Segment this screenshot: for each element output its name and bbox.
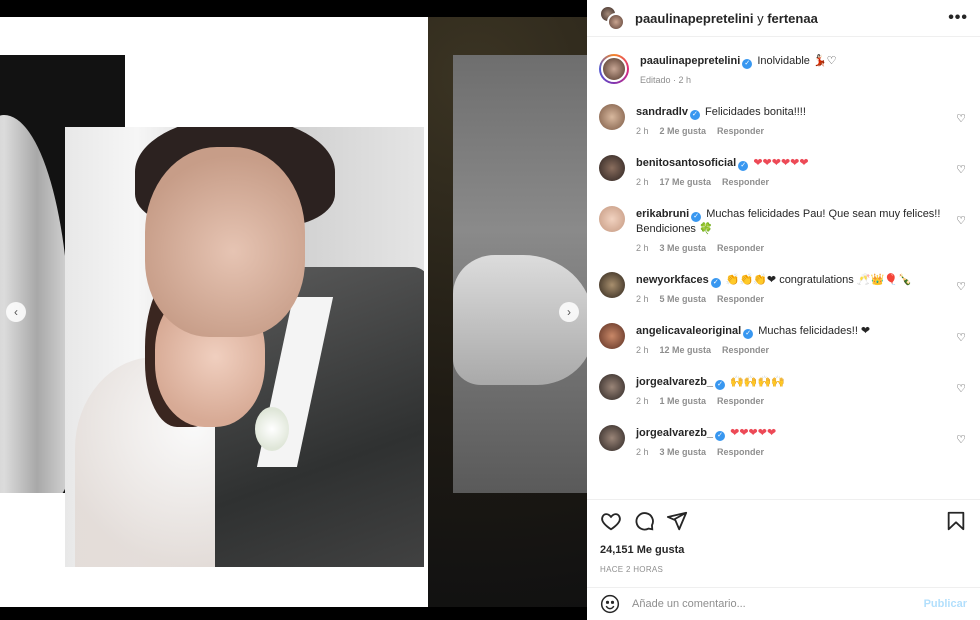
comment-likes[interactable]: 2 Me gusta: [660, 126, 707, 136]
verified-badge-icon: ✓: [743, 329, 754, 339]
next-photo-preview: [453, 55, 587, 493]
wedding-couple-photo: [65, 127, 424, 567]
comment-text: 🙌🙌🙌🙌: [730, 376, 785, 388]
verified-badge-icon: ✓: [691, 212, 702, 222]
comment-username[interactable]: newyorkfaces: [636, 274, 709, 286]
post-header: paaulinapepretelini y fertenaa •••: [587, 0, 980, 37]
verified-badge-icon: ✓: [738, 161, 749, 171]
commenter-avatar[interactable]: [599, 425, 625, 451]
comment-username[interactable]: jorgealvarezb_: [636, 427, 713, 439]
comment-item: angelicavaleoriginal ✓ Muchas felicidades…: [599, 323, 968, 355]
comment-time: 2 h: [636, 177, 649, 187]
reply-button[interactable]: Responder: [717, 396, 764, 406]
share-send-icon[interactable]: [666, 510, 688, 532]
comment-time: 2 h: [636, 126, 649, 136]
comment-text: 👏👏👏❤ congratulations 🥂👑🎈🍾: [725, 274, 912, 286]
comments-list[interactable]: paaulinapepretelini ✓ Inolvidable 💃🏻♡ Edi…: [587, 38, 980, 499]
verified-badge-icon: ✓: [689, 110, 700, 120]
commenter-avatar[interactable]: [599, 272, 625, 298]
comment-item: erikabruni ✓ Muchas felicidades Pau! Que …: [599, 206, 968, 253]
post-time: HACE 2 HORAS: [600, 565, 664, 574]
likes-count[interactable]: 24,151 Me gusta: [600, 544, 967, 556]
carousel-next-arrow-icon[interactable]: ›: [559, 302, 579, 322]
post-actions: 24,151 Me gusta HACE 2 HORAS: [587, 499, 980, 587]
commenter-avatar[interactable]: [599, 155, 625, 181]
author-connector: y: [753, 10, 768, 26]
comment-item: sandradlv ✓ Felicidades bonita!!!! 2 h 2 M…: [599, 104, 968, 136]
post-authors: paaulinapepretelini y fertenaa: [635, 11, 818, 26]
post-media-carousel[interactable]: ‹ ›: [0, 0, 587, 620]
commenter-avatar[interactable]: [599, 104, 625, 130]
commenter-avatar[interactable]: [599, 323, 625, 349]
reply-button[interactable]: Responder: [717, 447, 764, 457]
verified-badge-icon: ✓: [715, 380, 726, 390]
comment-bubble-icon[interactable]: [633, 510, 655, 532]
comment-time: 2 h: [636, 396, 649, 406]
publish-button[interactable]: Publicar: [924, 598, 967, 610]
comment-text: Muchas felicidades!! ❤: [758, 325, 871, 337]
comment-time: 2 h: [636, 294, 649, 304]
save-bookmark-icon[interactable]: [945, 510, 967, 532]
reply-button[interactable]: Responder: [722, 177, 769, 187]
comment-likes[interactable]: 5 Me gusta: [660, 294, 707, 304]
post-caption: paaulinapepretelini ✓ Inolvidable 💃🏻♡ Edi…: [599, 38, 968, 85]
caption-username[interactable]: paaulinapepretelini: [640, 55, 740, 67]
comment-input[interactable]: [632, 598, 924, 610]
reply-button[interactable]: Responder: [722, 345, 769, 355]
verified-badge-icon: ✓: [710, 278, 721, 288]
comment-likes[interactable]: 1 Me gusta: [660, 396, 707, 406]
author-link[interactable]: paaulinapepretelini: [635, 11, 753, 26]
comment-text: ❤❤❤❤❤: [730, 427, 777, 439]
comment-username[interactable]: benitosantosoficial: [636, 157, 736, 169]
add-comment-bar: Publicar: [587, 587, 980, 620]
comment-time: 2 h: [636, 243, 649, 253]
like-comment-heart-icon[interactable]: ♡: [956, 280, 966, 293]
comment-time: 2 h: [636, 345, 649, 355]
comment-item: newyorkfaces ✓ 👏👏👏❤ congratulations 🥂👑🎈🍾 …: [599, 272, 968, 304]
comment-likes[interactable]: 12 Me gusta: [660, 345, 712, 355]
like-comment-heart-icon[interactable]: ♡: [956, 112, 966, 125]
comment-text: Felicidades bonita!!!!: [705, 106, 806, 118]
verified-badge-icon: ✓: [715, 431, 726, 441]
caption-text: Inolvidable 💃🏻♡: [757, 55, 837, 67]
like-comment-heart-icon[interactable]: ♡: [956, 433, 966, 446]
carousel-prev-arrow-icon[interactable]: ‹: [6, 302, 26, 322]
commenter-avatar[interactable]: [599, 206, 625, 232]
like-comment-heart-icon[interactable]: ♡: [956, 163, 966, 176]
comment-username[interactable]: sandradlv: [636, 106, 688, 118]
emoji-smiley-icon[interactable]: [600, 594, 620, 614]
comment-likes[interactable]: 3 Me gusta: [660, 447, 707, 457]
comment-item: jorgealvarezb_ ✓ 🙌🙌🙌🙌 2 h 1 Me gusta Respon…: [599, 374, 968, 406]
like-comment-heart-icon[interactable]: ♡: [956, 382, 966, 395]
comment-text: ❤❤❤❤❤❤: [753, 157, 809, 169]
comment-time: 2 h: [636, 447, 649, 457]
comment-item: jorgealvarezb_ ✓ ❤❤❤❤❤ 2 h 3 Me gusta Respo…: [599, 425, 968, 457]
caption-avatar[interactable]: [599, 54, 629, 84]
comment-username[interactable]: jorgealvarezb_: [636, 376, 713, 388]
post-side-panel: paaulinapepretelini y fertenaa ••• paaul…: [587, 0, 980, 620]
comment-username[interactable]: angelicavaleoriginal: [636, 325, 741, 337]
reply-button[interactable]: Responder: [717, 243, 764, 253]
comment-item: benitosantosoficial ✓ ❤❤❤❤❤❤ 2 h 17 Me gus…: [599, 155, 968, 187]
reply-button[interactable]: Responder: [717, 294, 764, 304]
commenter-avatar[interactable]: [599, 374, 625, 400]
coauthor-link[interactable]: fertenaa: [767, 11, 818, 26]
reply-button[interactable]: Responder: [717, 126, 764, 136]
comment-username[interactable]: erikabruni: [636, 208, 689, 220]
like-comment-heart-icon[interactable]: ♡: [956, 214, 966, 227]
comment-likes[interactable]: 3 Me gusta: [660, 243, 707, 253]
collab-avatars[interactable]: [599, 5, 625, 31]
like-comment-heart-icon[interactable]: ♡: [956, 331, 966, 344]
comment-likes[interactable]: 17 Me gusta: [660, 177, 712, 187]
like-heart-icon[interactable]: [600, 510, 622, 532]
caption-meta: Editado · 2 h: [640, 75, 692, 85]
verified-badge-icon: ✓: [742, 59, 753, 69]
more-options-icon[interactable]: •••: [948, 9, 968, 27]
